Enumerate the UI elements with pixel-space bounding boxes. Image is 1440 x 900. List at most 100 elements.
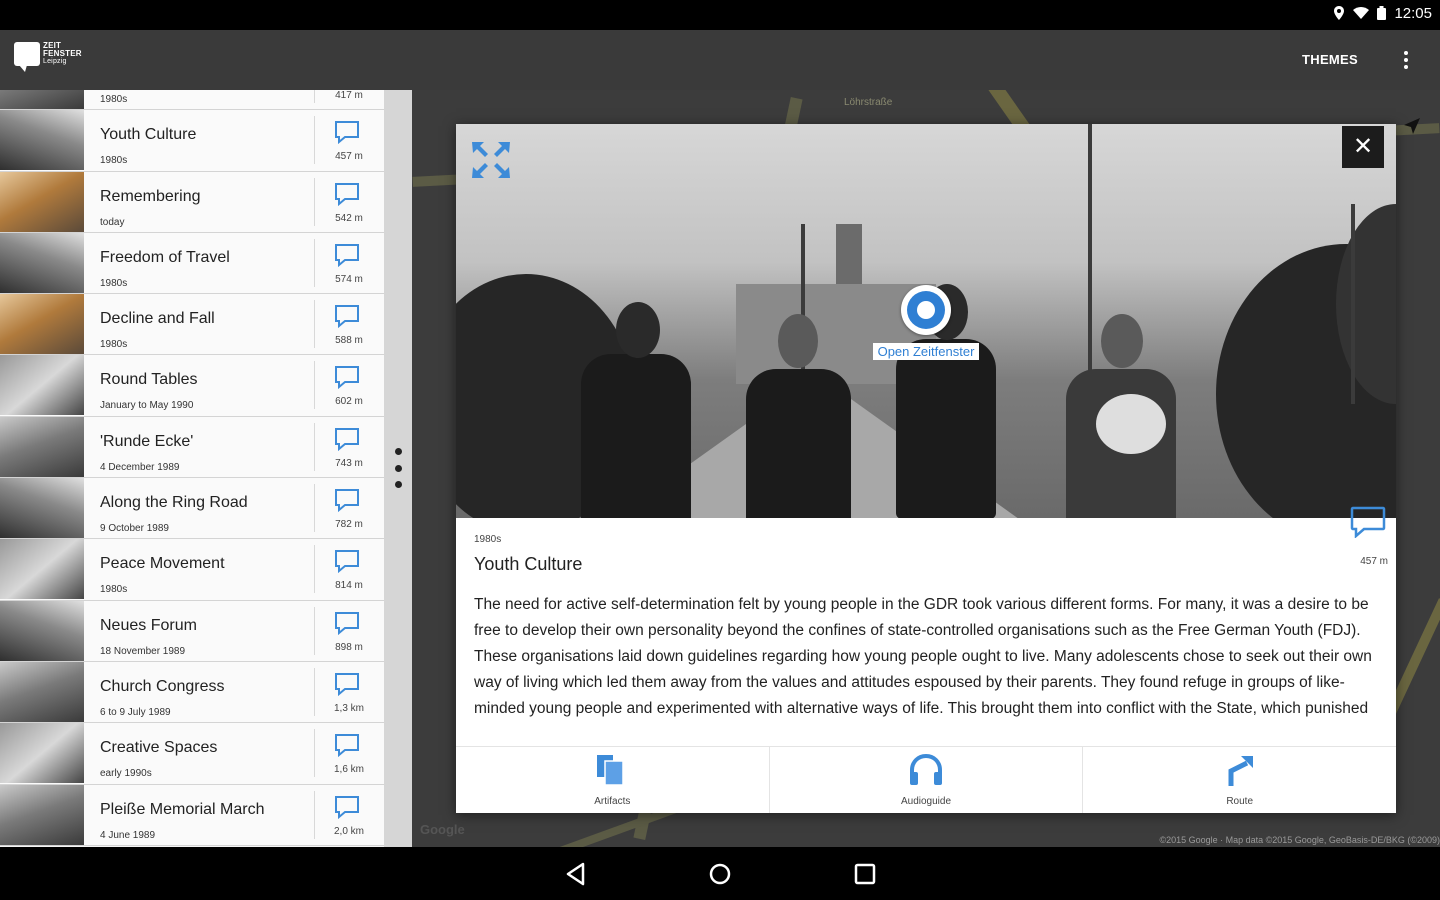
speech-bubble-icon[interactable] (334, 488, 360, 513)
back-icon[interactable] (563, 861, 589, 887)
detail-actions: Artifacts Audioguide Route (456, 746, 1396, 813)
speech-bubble-icon[interactable] (1350, 506, 1386, 539)
speech-bubble-icon[interactable] (334, 120, 360, 145)
list-item-thumbnail (0, 171, 84, 232)
historic-photo: ✕ Open Zeitfenster (456, 124, 1396, 518)
list-item-title: Youth Culture (100, 126, 197, 144)
speech-bubble-icon[interactable] (334, 365, 360, 390)
list-item-date: early 1990s (100, 768, 152, 780)
speech-bubble-icon[interactable] (334, 672, 360, 697)
status-icons: 12:05 (1333, 5, 1432, 22)
fullscreen-icon[interactable] (470, 140, 512, 180)
list-item-title: Neues Forum (100, 616, 197, 634)
list-item[interactable]: Peace Movement 1980s 814 m (0, 539, 384, 601)
list-item-distance: 588 m (335, 335, 363, 347)
drag-handle-icon[interactable] (394, 448, 402, 488)
list-item[interactable]: Decline and Fall 1980s 588 m (0, 294, 384, 356)
speech-bubble-icon[interactable] (334, 304, 360, 329)
speech-bubble-icon[interactable] (334, 733, 360, 758)
list-item-distance: 1,6 km (333, 764, 364, 776)
logo-text: ZEIT FENSTER Leipzig (43, 42, 82, 66)
list-item[interactable]: Creative Spaces early 1990s 1,6 km (0, 723, 384, 785)
artifacts-label: Artifacts (594, 796, 631, 807)
list-item-date: January to May 1990 (100, 400, 194, 412)
list-item[interactable]: Remembering today 542 m (0, 171, 384, 233)
app-bar: ZEIT FENSTER Leipzig THEMES (0, 30, 1440, 90)
status-bar: 12:05 (0, 0, 1440, 30)
list-item-distance: 814 m (335, 580, 363, 592)
speech-bubble-icon[interactable] (334, 795, 360, 819)
list-item-separator (314, 790, 315, 839)
list-item[interactable]: Freedom of Travel 1980s 574 m (0, 232, 384, 295)
list-scroll-content: 1980s 417 m Youth Culture 1980s 457 m Remembe… (0, 90, 384, 846)
list-item-separator (314, 361, 315, 410)
status-time: 12:05 (1394, 5, 1432, 22)
list-item[interactable]: Along the Ring Road 9 October 1989 782 m (0, 478, 384, 540)
list-item-separator (314, 545, 315, 594)
list-item-thumbnail (0, 294, 84, 355)
list-item-date: 1980s (100, 94, 128, 105)
panel-divider[interactable] (384, 90, 412, 847)
speech-bubble-icon[interactable] (334, 427, 360, 451)
home-icon[interactable] (707, 861, 733, 887)
photo-person-head (1101, 314, 1143, 368)
speech-bubble-icon[interactable] (334, 549, 360, 574)
speech-bubble-icon[interactable] (334, 611, 360, 635)
list-item-title: Freedom of Travel (100, 248, 230, 266)
speech-bubble-icon[interactable] (334, 243, 360, 268)
list-item-separator (314, 90, 315, 103)
list-item-separator (314, 667, 315, 716)
photo-pole (1351, 204, 1355, 404)
detail-info: 1980s Youth Culture 457 m The need for a… (456, 506, 1396, 746)
photo-person (581, 354, 691, 518)
list-item[interactable]: 1980s 417 m (0, 90, 384, 111)
photo-person (746, 369, 851, 518)
overflow-menu-icon[interactable] (1398, 44, 1414, 76)
artifacts-button[interactable]: Artifacts (456, 747, 770, 813)
list-item-distance: 2,0 km (333, 825, 364, 837)
route-button[interactable]: Route (1083, 747, 1396, 813)
list-item[interactable]: Youth Culture 1980s 457 m (0, 110, 384, 172)
list-item-thumbnail (0, 661, 84, 722)
list-item[interactable]: Neues Forum 18 November 1989 898 m (0, 600, 384, 662)
logo-line-2: FENSTER (43, 49, 82, 58)
list-item[interactable]: 'Runde Ecke' 4 December 1989 743 m (0, 416, 384, 479)
list-item[interactable]: Pleiße Memorial March 4 June 1989 2,0 km (0, 784, 384, 846)
list-item-thumbnail (0, 355, 84, 416)
navigation-arrow-icon[interactable] (1404, 118, 1420, 139)
list-item-distance: 542 m (335, 212, 363, 224)
list-item[interactable]: Church Congress 6 to 9 July 1989 1,3 km (0, 661, 384, 724)
list-item-distance: 782 m (335, 519, 363, 531)
google-logo: Google (420, 822, 465, 837)
photo-person (896, 339, 996, 518)
route-label: Route (1226, 796, 1254, 807)
app-screen: 12:05 ZEIT FENSTER Leipzig THEMES 1980s 4… (0, 0, 1440, 900)
route-icon (1228, 756, 1253, 786)
logo-line-3: Leipzig (43, 58, 67, 65)
list-item-title: Peace Movement (100, 555, 225, 573)
list-item-thumbnail (0, 784, 84, 845)
detail-era: 1980s (474, 534, 502, 545)
open-zeitfenster-label: Open Zeitfenster (872, 343, 980, 360)
recents-icon[interactable] (852, 861, 878, 887)
open-zeitfenster-button[interactable]: Open Zeitfenster (861, 285, 991, 361)
headphones-icon (910, 753, 942, 785)
detail-description[interactable]: The need for active self-determination f… (474, 592, 1378, 742)
photo-flowers (1096, 394, 1166, 454)
themes-button[interactable]: THEMES (1302, 52, 1358, 67)
logo-bubble-icon (14, 42, 40, 72)
list-item-thumbnail (0, 600, 84, 661)
list-item[interactable]: Round Tables January to May 1990 602 m (0, 355, 384, 417)
list-item-date: 4 December 1989 (100, 461, 180, 473)
audioguide-button[interactable]: Audioguide (770, 747, 1084, 813)
close-button[interactable]: ✕ (1342, 126, 1384, 168)
list-item-distance: 457 m (335, 151, 363, 163)
list-item-title: Remembering (100, 187, 201, 205)
speech-bubble-icon[interactable] (334, 182, 360, 206)
list-item-separator (314, 238, 315, 287)
list-item-date: today (100, 216, 125, 228)
list-item-thumbnail (0, 723, 84, 784)
detail-distance: 457 m (1360, 556, 1388, 567)
zeitfenster-list[interactable]: 1980s 417 m Youth Culture 1980s 457 m Remembe… (0, 90, 384, 847)
app-logo: ZEIT FENSTER Leipzig (14, 42, 82, 72)
